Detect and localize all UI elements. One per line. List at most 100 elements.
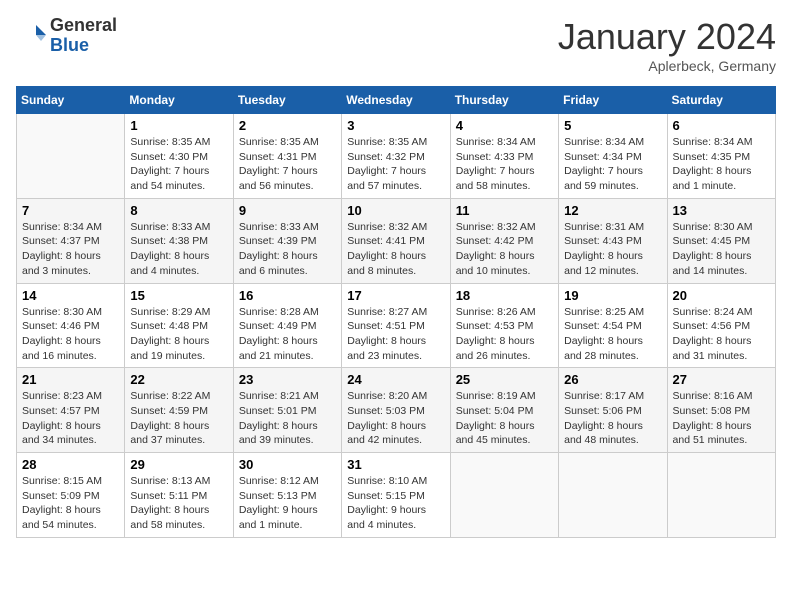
calendar-day-31: 31 Sunrise: 8:10 AMSunset: 5:15 PMDayligh… — [342, 453, 450, 538]
calendar-title: January 2024 — [558, 16, 776, 58]
day-info: Sunrise: 8:21 AMSunset: 5:01 PMDaylight:… — [239, 389, 336, 448]
day-number: 13 — [673, 203, 770, 218]
logo-text: General Blue — [50, 16, 117, 56]
logo-icon — [16, 21, 46, 51]
day-number: 28 — [22, 457, 119, 472]
day-number: 30 — [239, 457, 336, 472]
calendar-day-15: 15 Sunrise: 8:29 AMSunset: 4:48 PMDayligh… — [125, 283, 233, 368]
calendar-day-13: 13 Sunrise: 8:30 AMSunset: 4:45 PMDayligh… — [667, 198, 775, 283]
calendar-week-row: 14 Sunrise: 8:30 AMSunset: 4:46 PMDayligh… — [17, 283, 776, 368]
calendar-day-30: 30 Sunrise: 8:12 AMSunset: 5:13 PMDayligh… — [233, 453, 341, 538]
logo-blue-text: Blue — [50, 36, 117, 56]
day-info: Sunrise: 8:30 AMSunset: 4:46 PMDaylight:… — [22, 305, 119, 364]
day-number: 20 — [673, 288, 770, 303]
calendar-day-4: 4Sunrise: 8:34 AMSunset: 4:33 PMDaylight… — [450, 114, 558, 199]
calendar-subtitle: Aplerbeck, Germany — [558, 58, 776, 74]
day-info: Sunrise: 8:22 AMSunset: 4:59 PMDaylight:… — [130, 389, 227, 448]
day-info: Sunrise: 8:19 AMSunset: 5:04 PMDaylight:… — [456, 389, 553, 448]
empty-cell — [17, 114, 125, 199]
calendar-day-12: 12 Sunrise: 8:31 AMSunset: 4:43 PMDayligh… — [559, 198, 667, 283]
calendar-day-14: 14 Sunrise: 8:30 AMSunset: 4:46 PMDayligh… — [17, 283, 125, 368]
calendar-day-28: 28 Sunrise: 8:15 AMSunset: 5:09 PMDayligh… — [17, 453, 125, 538]
calendar-day-29: 29 Sunrise: 8:13 AMSunset: 5:11 PMDayligh… — [125, 453, 233, 538]
calendar-day-10: 10Sunrise: 8:32 AMSunset: 4:41 PMDayligh… — [342, 198, 450, 283]
calendar-day-8: 8Sunrise: 8:33 AMSunset: 4:38 PMDaylight… — [125, 198, 233, 283]
day-number: 7 — [22, 203, 119, 218]
day-number: 10 — [347, 203, 444, 218]
day-info: Sunrise: 8:29 AMSunset: 4:48 PMDaylight:… — [130, 305, 227, 364]
calendar-table: SundayMondayTuesdayWednesdayThursdayFrid… — [16, 86, 776, 538]
title-block: January 2024 Aplerbeck, Germany — [558, 16, 776, 74]
day-info: Sunrise: 8:31 AMSunset: 4:43 PMDaylight:… — [564, 220, 661, 279]
day-number: 29 — [130, 457, 227, 472]
day-info: Sunrise: 8:13 AMSunset: 5:11 PMDaylight:… — [130, 474, 227, 533]
calendar-day-2: 2 Sunrise: 8:35 AMSunset: 4:31 PMDaylight… — [233, 114, 341, 199]
day-number: 9 — [239, 203, 336, 218]
day-info: Sunrise: 8:17 AMSunset: 5:06 PMDaylight:… — [564, 389, 661, 448]
calendar-day-26: 26 Sunrise: 8:17 AMSunset: 5:06 PMDayligh… — [559, 368, 667, 453]
weekday-header-row: SundayMondayTuesdayWednesdayThursdayFrid… — [17, 87, 776, 114]
calendar-day-25: 25 Sunrise: 8:19 AMSunset: 5:04 PMDayligh… — [450, 368, 558, 453]
day-number: 16 — [239, 288, 336, 303]
calendar-week-row: 28 Sunrise: 8:15 AMSunset: 5:09 PMDayligh… — [17, 453, 776, 538]
day-info: Sunrise: 8:12 AMSunset: 5:13 PMDaylight:… — [239, 474, 336, 533]
day-info: Sunrise: 8:23 AMSunset: 4:57 PMDaylight:… — [22, 389, 119, 448]
calendar-week-row: 21 Sunrise: 8:23 AMSunset: 4:57 PMDayligh… — [17, 368, 776, 453]
day-number: 22 — [130, 372, 227, 387]
day-info: Sunrise: 8:34 AMSunset: 4:34 PMDaylight:… — [564, 135, 661, 194]
day-number: 19 — [564, 288, 661, 303]
day-number: 21 — [22, 372, 119, 387]
calendar-day-3: 3 Sunrise: 8:35 AMSunset: 4:32 PMDaylight… — [342, 114, 450, 199]
day-number: 25 — [456, 372, 553, 387]
day-info: Sunrise: 8:35 AMSunset: 4:31 PMDaylight:… — [239, 135, 336, 194]
weekday-header-wednesday: Wednesday — [342, 87, 450, 114]
day-info: Sunrise: 8:34 AMSunset: 4:37 PMDaylight:… — [22, 220, 119, 279]
day-info: Sunrise: 8:35 AMSunset: 4:32 PMDaylight:… — [347, 135, 444, 194]
day-number: 3 — [347, 118, 444, 133]
calendar-day-6: 6Sunrise: 8:34 AMSunset: 4:35 PMDaylight… — [667, 114, 775, 199]
calendar-day-22: 22 Sunrise: 8:22 AMSunset: 4:59 PMDayligh… — [125, 368, 233, 453]
day-info: Sunrise: 8:24 AMSunset: 4:56 PMDaylight:… — [673, 305, 770, 364]
day-number: 26 — [564, 372, 661, 387]
calendar-day-17: 17 Sunrise: 8:27 AMSunset: 4:51 PMDayligh… — [342, 283, 450, 368]
calendar-day-24: 24Sunrise: 8:20 AMSunset: 5:03 PMDayligh… — [342, 368, 450, 453]
calendar-day-9: 9Sunrise: 8:33 AMSunset: 4:39 PMDaylight… — [233, 198, 341, 283]
logo-general-text: General — [50, 16, 117, 36]
day-number: 11 — [456, 203, 553, 218]
day-info: Sunrise: 8:10 AMSunset: 5:15 PMDaylight:… — [347, 474, 444, 533]
day-number: 24 — [347, 372, 444, 387]
day-number: 18 — [456, 288, 553, 303]
page-header: General Blue January 2024 Aplerbeck, Ger… — [16, 16, 776, 74]
weekday-header-thursday: Thursday — [450, 87, 558, 114]
day-number: 15 — [130, 288, 227, 303]
day-number: 17 — [347, 288, 444, 303]
day-info: Sunrise: 8:15 AMSunset: 5:09 PMDaylight:… — [22, 474, 119, 533]
calendar-day-16: 16 Sunrise: 8:28 AMSunset: 4:49 PMDayligh… — [233, 283, 341, 368]
logo: General Blue — [16, 16, 117, 56]
empty-cell — [450, 453, 558, 538]
day-number: 14 — [22, 288, 119, 303]
calendar-day-27: 27Sunrise: 8:16 AMSunset: 5:08 PMDayligh… — [667, 368, 775, 453]
day-info: Sunrise: 8:30 AMSunset: 4:45 PMDaylight:… — [673, 220, 770, 279]
weekday-header-saturday: Saturday — [667, 87, 775, 114]
day-info: Sunrise: 8:27 AMSunset: 4:51 PMDaylight:… — [347, 305, 444, 364]
calendar-day-7: 7 Sunrise: 8:34 AMSunset: 4:37 PMDaylight… — [17, 198, 125, 283]
calendar-day-21: 21 Sunrise: 8:23 AMSunset: 4:57 PMDayligh… — [17, 368, 125, 453]
day-number: 2 — [239, 118, 336, 133]
weekday-header-monday: Monday — [125, 87, 233, 114]
calendar-day-18: 18 Sunrise: 8:26 AMSunset: 4:53 PMDayligh… — [450, 283, 558, 368]
calendar-day-5: 5Sunrise: 8:34 AMSunset: 4:34 PMDaylight… — [559, 114, 667, 199]
day-number: 31 — [347, 457, 444, 472]
day-info: Sunrise: 8:26 AMSunset: 4:53 PMDaylight:… — [456, 305, 553, 364]
empty-cell — [667, 453, 775, 538]
day-info: Sunrise: 8:33 AMSunset: 4:38 PMDaylight:… — [130, 220, 227, 279]
day-number: 23 — [239, 372, 336, 387]
day-number: 1 — [130, 118, 227, 133]
day-info: Sunrise: 8:34 AMSunset: 4:33 PMDaylight:… — [456, 135, 553, 194]
day-number: 12 — [564, 203, 661, 218]
day-info: Sunrise: 8:35 AMSunset: 4:30 PMDaylight:… — [130, 135, 227, 194]
day-number: 6 — [673, 118, 770, 133]
day-info: Sunrise: 8:28 AMSunset: 4:49 PMDaylight:… — [239, 305, 336, 364]
weekday-header-friday: Friday — [559, 87, 667, 114]
calendar-day-20: 20 Sunrise: 8:24 AMSunset: 4:56 PMDayligh… — [667, 283, 775, 368]
